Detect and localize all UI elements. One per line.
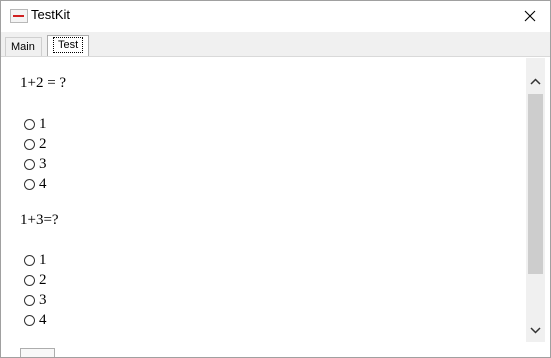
app-icon xyxy=(10,9,28,23)
tab-test[interactable]: Test xyxy=(47,35,89,56)
scroll-down-button[interactable] xyxy=(526,321,545,340)
tab-main-label: Main xyxy=(11,41,35,53)
title-bar[interactable]: TestKit xyxy=(1,1,550,32)
window-title: TestKit xyxy=(31,7,71,22)
radio-button[interactable] xyxy=(24,178,35,190)
option-label: 2 xyxy=(39,135,47,152)
app-window: TestKit Main Test 1+2 = ? 1 2 3 4 1+3=? … xyxy=(0,0,551,358)
option-label: 1 xyxy=(39,115,47,132)
radio-button[interactable] xyxy=(24,314,35,326)
question-2-option-1[interactable]: 1 xyxy=(24,252,47,268)
option-label: 3 xyxy=(39,291,47,308)
option-label: 4 xyxy=(39,311,47,328)
radio-button[interactable] xyxy=(24,138,35,150)
test-panel: 1+2 = ? 1 2 3 4 1+3=? 1 2 3 4 xyxy=(1,57,525,357)
question-1-option-4[interactable]: 4 xyxy=(24,176,47,192)
tab-strip: Main Test xyxy=(1,32,550,57)
question-2-text: 1+3=? xyxy=(20,212,59,228)
tab-test-label: Test xyxy=(53,37,84,53)
close-icon xyxy=(524,10,536,22)
option-label: 1 xyxy=(39,251,47,268)
question-1-text: 1+2 = ? xyxy=(20,75,67,91)
close-button[interactable] xyxy=(510,1,550,32)
question-1-option-1[interactable]: 1 xyxy=(24,116,47,132)
radio-button[interactable] xyxy=(24,158,35,170)
question-1-option-2[interactable]: 2 xyxy=(24,136,47,152)
chevron-down-icon xyxy=(530,327,541,334)
scroll-up-button[interactable] xyxy=(526,72,545,91)
partial-button[interactable] xyxy=(20,348,55,357)
vertical-scrollbar[interactable] xyxy=(526,58,545,342)
radio-button[interactable] xyxy=(24,254,35,266)
question-1-option-3[interactable]: 3 xyxy=(24,156,47,172)
option-label: 4 xyxy=(39,175,47,192)
radio-button[interactable] xyxy=(24,274,35,286)
option-label: 3 xyxy=(39,155,47,172)
radio-button[interactable] xyxy=(24,294,35,306)
radio-button[interactable] xyxy=(24,118,35,130)
question-2-option-2[interactable]: 2 xyxy=(24,272,47,288)
question-2-option-3[interactable]: 3 xyxy=(24,292,47,308)
option-label: 2 xyxy=(39,271,47,288)
tab-main[interactable]: Main xyxy=(5,37,42,56)
chevron-up-icon xyxy=(530,78,541,85)
scroll-thumb[interactable] xyxy=(528,94,543,274)
question-2-option-4[interactable]: 4 xyxy=(24,312,47,328)
